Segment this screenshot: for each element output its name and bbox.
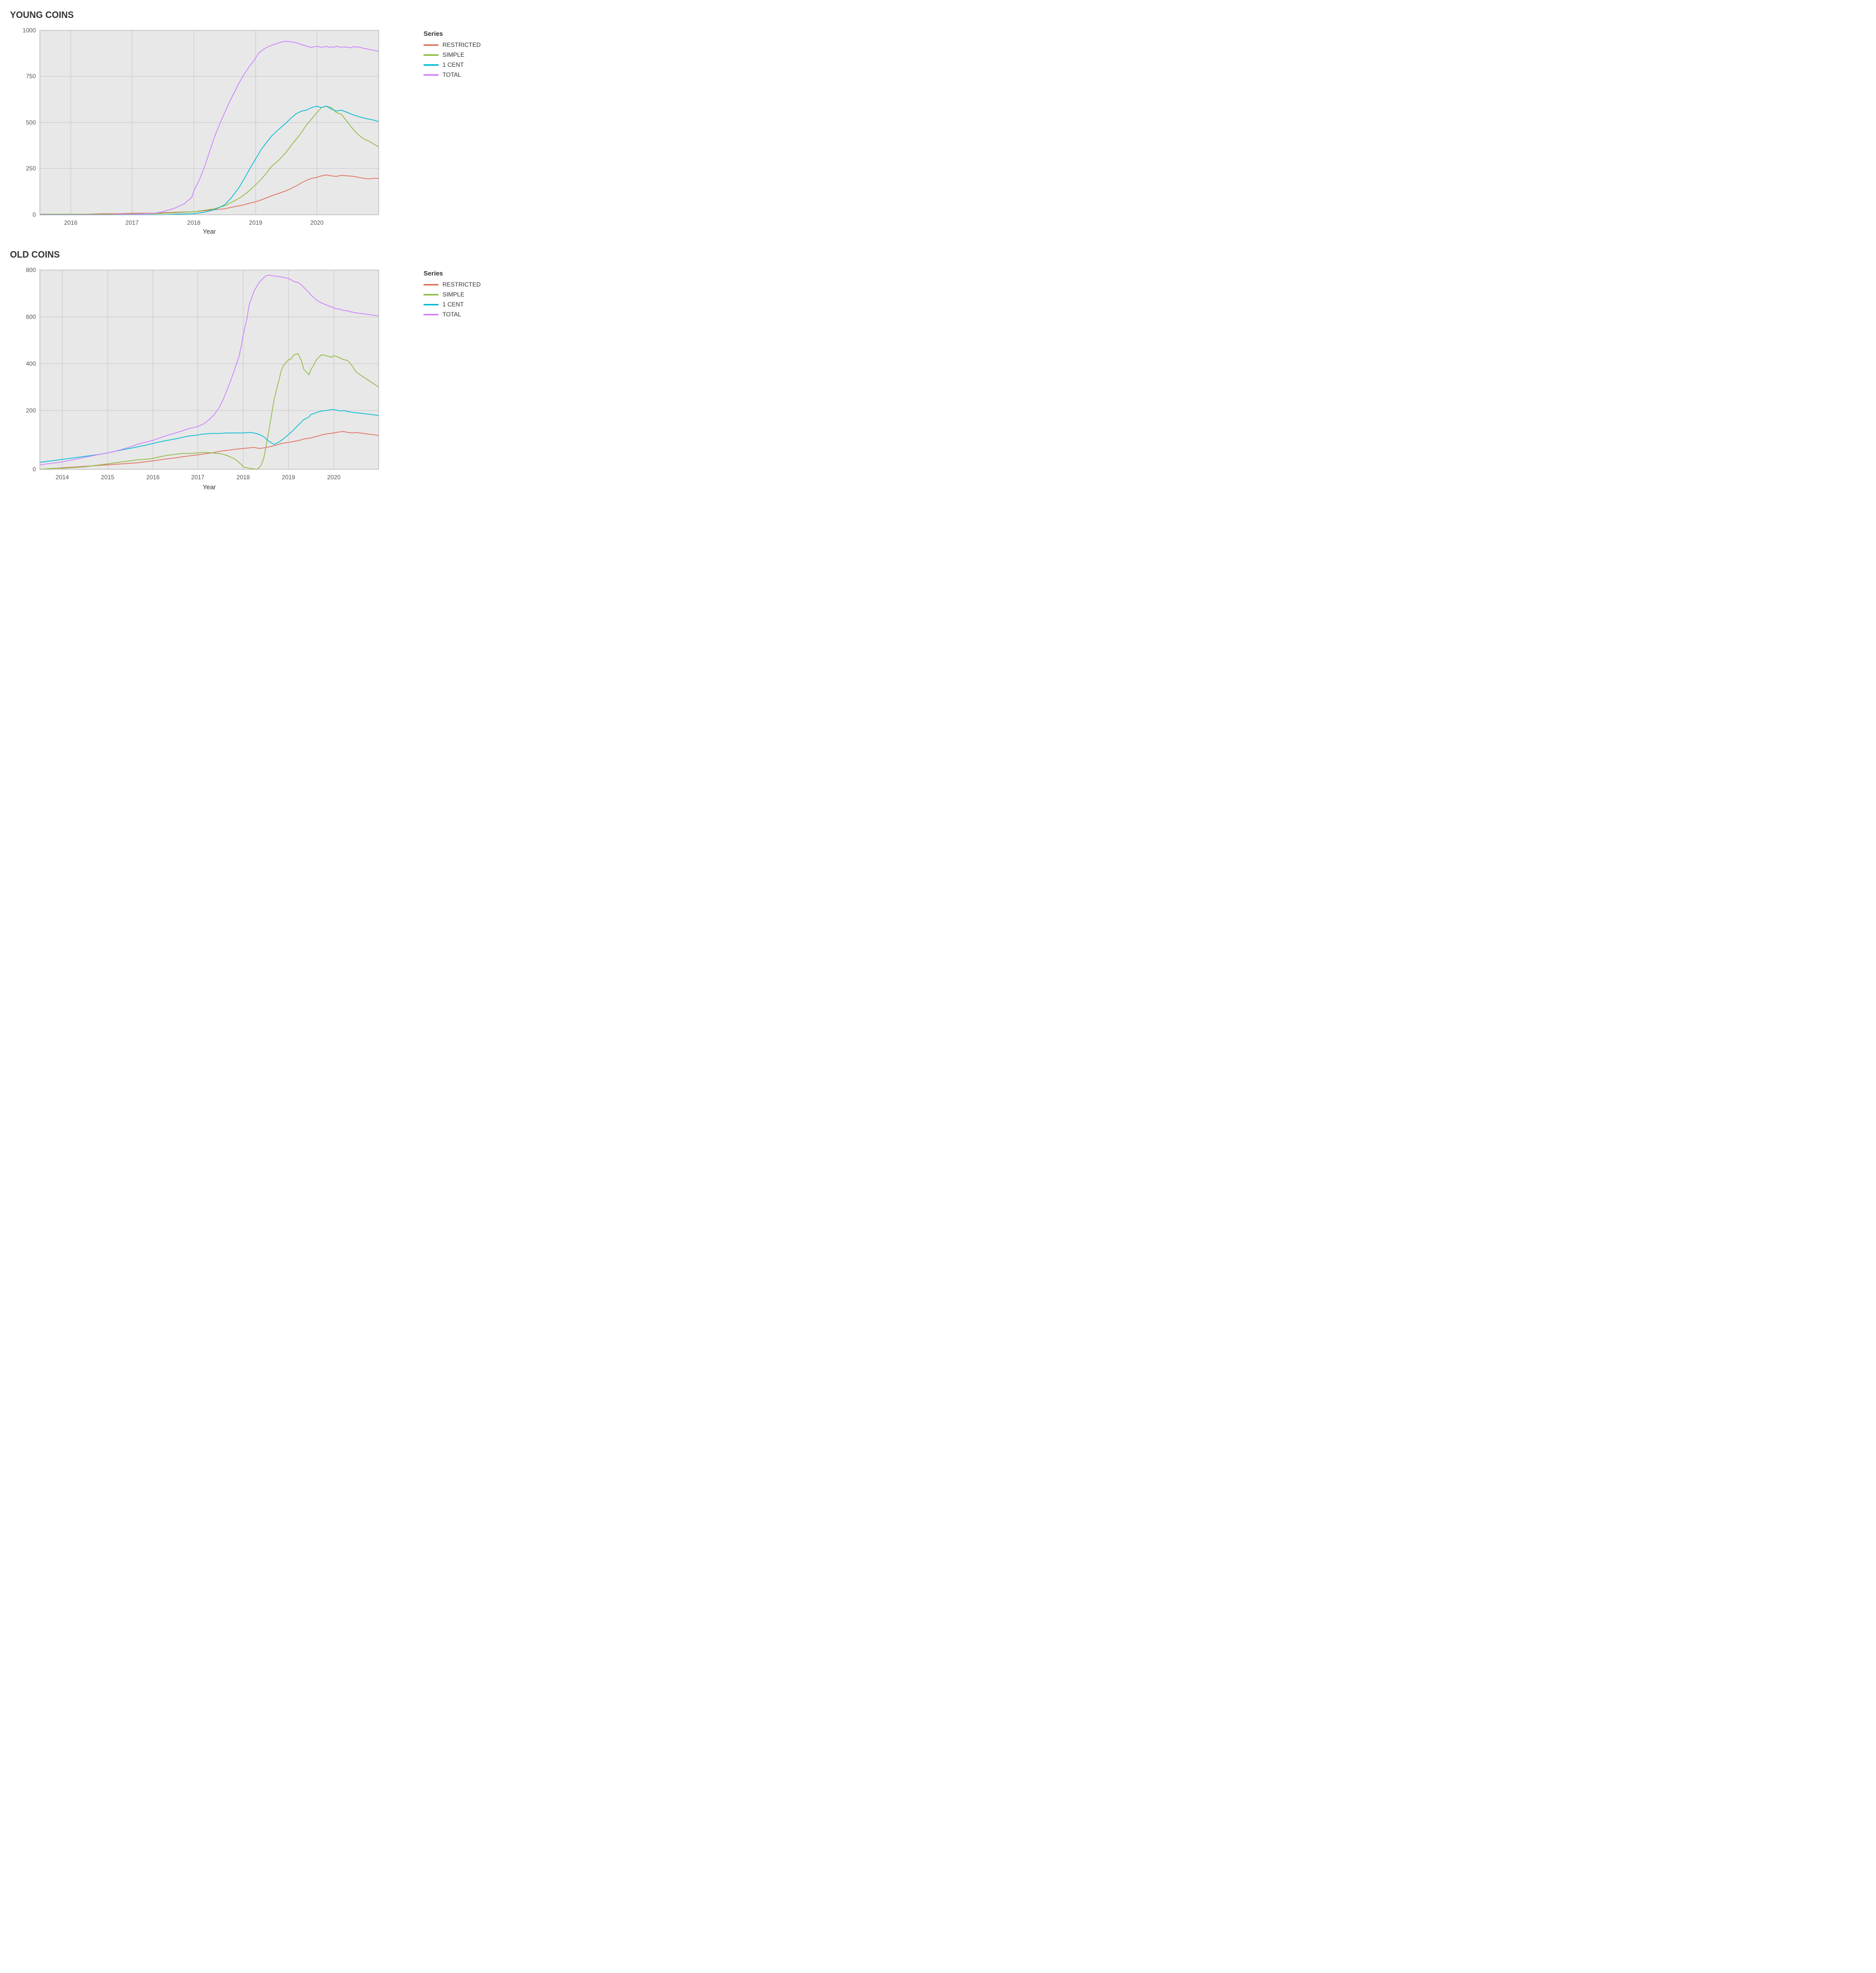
- x-label-2018: 2018: [187, 219, 201, 226]
- legend-item-restricted-old: RESTRICTED: [424, 281, 488, 288]
- old-coins-title: OLD COINS: [10, 250, 414, 260]
- y-label-0-old: 0: [32, 466, 36, 473]
- x-label-2019-old: 2019: [282, 474, 295, 481]
- old-coins-chart-area: OLD COINS: [10, 250, 414, 494]
- legend-line-total-young: [424, 74, 438, 76]
- legend-item-total-young: TOTAL: [424, 71, 488, 78]
- young-coins-chart-area: YOUNG COINS: [10, 10, 414, 235]
- y-label-600-old: 600: [26, 313, 36, 320]
- legend-label-restricted-old: RESTRICTED: [442, 281, 481, 288]
- legend-young-title: Series: [424, 30, 488, 37]
- x-label-2017-old: 2017: [191, 474, 205, 481]
- x-label-2019: 2019: [249, 219, 263, 226]
- legend-item-simple-young: SIMPLE: [424, 51, 488, 58]
- legend-label-restricted-young: RESTRICTED: [442, 41, 481, 48]
- legend-label-simple-old: SIMPLE: [442, 291, 464, 298]
- old-coins-section: OLD COINS: [10, 250, 488, 494]
- x-label-2018-old: 2018: [237, 474, 250, 481]
- y-label-250: 250: [26, 165, 36, 172]
- old-coins-svg: 800 600 400 200 0 2014 2015 2016 2017 20…: [10, 265, 399, 494]
- legend-young: Series RESTRICTED SIMPLE 1 CENT TOTAL: [414, 10, 488, 81]
- y-label-1000: 1000: [22, 27, 36, 34]
- x-axis-title-old: Year: [203, 483, 216, 491]
- legend-line-simple-old: [424, 294, 438, 295]
- legend-item-restricted-young: RESTRICTED: [424, 41, 488, 48]
- legend-label-1cent-young: 1 CENT: [442, 61, 464, 68]
- y-label-750: 750: [26, 73, 36, 80]
- legend-line-restricted-old: [424, 284, 438, 285]
- young-coins-section: YOUNG COINS: [10, 10, 488, 235]
- legend-item-total-old: TOTAL: [424, 311, 488, 318]
- legend-line-1cent-old: [424, 304, 438, 305]
- x-axis-title-young: Year: [203, 228, 216, 235]
- x-label-2017: 2017: [126, 219, 139, 226]
- y-label-200-old: 200: [26, 407, 36, 414]
- x-label-2020: 2020: [310, 219, 324, 226]
- x-label-2016: 2016: [64, 219, 78, 226]
- y-label-0: 0: [32, 211, 36, 218]
- legend-item-1cent-old: 1 CENT: [424, 301, 488, 308]
- x-label-2014-old: 2014: [56, 474, 69, 481]
- page-container: YOUNG COINS: [10, 10, 488, 494]
- legend-label-total-young: TOTAL: [442, 71, 461, 78]
- young-coins-title: YOUNG COINS: [10, 10, 414, 20]
- x-label-2020-old: 2020: [327, 474, 341, 481]
- y-label-400-old: 400: [26, 360, 36, 367]
- legend-label-1cent-old: 1 CENT: [442, 301, 464, 308]
- legend-item-1cent-young: 1 CENT: [424, 61, 488, 68]
- legend-line-total-old: [424, 314, 438, 315]
- x-label-2015-old: 2015: [101, 474, 115, 481]
- legend-line-simple-young: [424, 54, 438, 56]
- legend-item-simple-old: SIMPLE: [424, 291, 488, 298]
- y-label-800-old: 800: [26, 267, 36, 274]
- legend-old: Series RESTRICTED SIMPLE 1 CENT TOTAL: [414, 250, 488, 321]
- plot-bg-old: [40, 270, 379, 469]
- x-label-2016-old: 2016: [146, 474, 160, 481]
- legend-line-restricted-young: [424, 44, 438, 46]
- young-coins-svg: 1000 750 500 250 0 2016 2017 2018 2019 2…: [10, 25, 399, 235]
- legend-old-title: Series: [424, 270, 488, 277]
- y-label-500: 500: [26, 119, 36, 126]
- legend-line-1cent-young: [424, 64, 438, 66]
- legend-label-total-old: TOTAL: [442, 311, 461, 318]
- legend-label-simple-young: SIMPLE: [442, 51, 464, 58]
